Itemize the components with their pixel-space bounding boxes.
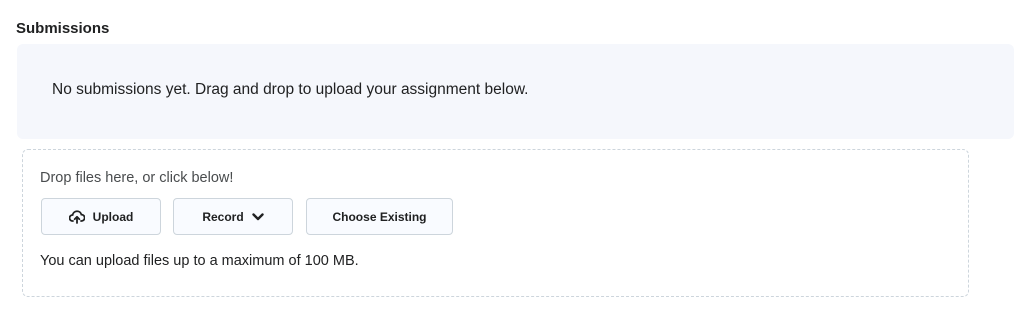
upload-button[interactable]: Upload — [41, 198, 161, 235]
dropzone-prompt: Drop files here, or click below! — [40, 170, 234, 186]
upload-size-limit: You can upload files up to a maximum of … — [40, 253, 359, 269]
no-submissions-message: No submissions yet. Drag and drop to upl… — [52, 81, 529, 98]
record-button[interactable]: Record — [173, 198, 293, 235]
chevron-down-icon — [251, 212, 264, 221]
record-button-label: Record — [202, 209, 244, 224]
choose-existing-button[interactable]: Choose Existing — [306, 198, 453, 235]
choose-existing-button-label: Choose Existing — [332, 209, 427, 224]
no-submissions-notice: No submissions yet. Drag and drop to upl… — [17, 44, 1014, 139]
file-dropzone[interactable]: Drop files here, or click below! Upload … — [22, 149, 969, 297]
upload-button-label: Upload — [92, 209, 134, 224]
section-title: Submissions — [16, 20, 110, 37]
cloud-upload-icon — [68, 209, 85, 224]
